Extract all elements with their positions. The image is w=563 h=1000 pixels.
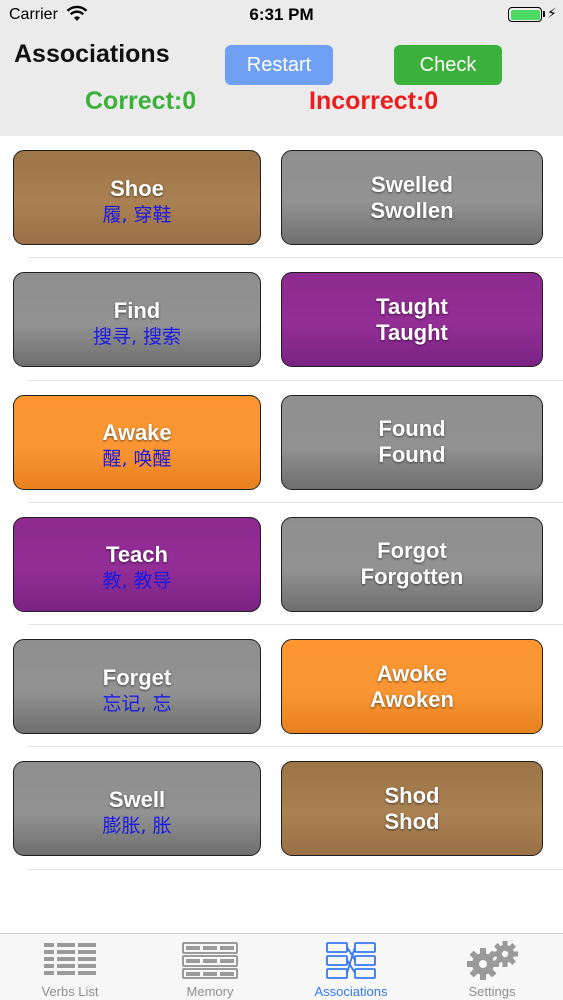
verb-word: Swell xyxy=(108,786,166,812)
forms-card-forgot[interactable]: Forgot Forgotten xyxy=(281,516,543,612)
verb-translation: 膨胀, 胀 xyxy=(102,814,172,837)
correct-score: Correct:0 xyxy=(85,87,197,115)
battery-tip xyxy=(543,11,545,17)
verb-word: Shoe xyxy=(110,175,164,201)
verb-card-forget[interactable]: Forget 忘记, 忘 xyxy=(13,639,261,735)
verb-translation: 教, 教导 xyxy=(102,570,172,593)
charging-icon: ⚡ xyxy=(547,5,557,21)
check-button[interactable]: Check xyxy=(394,45,502,85)
tab-verbs-list[interactable]: Verbs List xyxy=(0,934,140,1000)
association-row: Forget 忘记, 忘 Awoke Awoken xyxy=(0,625,563,748)
past-form: Shod xyxy=(384,782,440,808)
tab-associations[interactable]: Associations xyxy=(281,934,421,1000)
verb-word: Find xyxy=(113,297,161,323)
past-form: Swelled xyxy=(371,171,453,197)
verb-translation: 忘记, 忘 xyxy=(102,692,172,715)
participle-form: Swollen xyxy=(370,197,454,223)
incorrect-score: Incorrect:0 xyxy=(309,87,439,115)
verb-card-teach[interactable]: Teach 教, 教导 xyxy=(13,516,261,612)
memory-icon xyxy=(182,942,238,979)
tab-label: Settings xyxy=(468,984,516,999)
participle-form: Taught xyxy=(376,319,448,345)
verb-word: Forget xyxy=(102,664,172,690)
verb-card-awake[interactable]: Awake 醒, 唤醒 xyxy=(13,394,261,490)
past-form: Forgot xyxy=(377,538,447,564)
tab-memory[interactable]: Memory xyxy=(140,934,280,1000)
association-grid: Shoe 履, 穿鞋 Swelled Swollen Find 搜寻, 搜索 T… xyxy=(0,136,563,870)
header: Associations Restart Check Correct:0 Inc… xyxy=(0,30,563,136)
association-row: Teach 教, 教导 Forgot Forgotten xyxy=(0,503,563,626)
restart-button[interactable]: Restart xyxy=(225,45,333,85)
tab-settings[interactable]: Settings xyxy=(422,934,562,1000)
verb-translation: 搜寻, 搜索 xyxy=(92,325,182,348)
association-row: Find 搜寻, 搜索 Taught Taught xyxy=(0,258,563,381)
verb-translation: 履, 穿鞋 xyxy=(102,203,172,226)
battery-icon xyxy=(508,7,542,22)
participle-form: Forgotten xyxy=(360,564,464,590)
forms-card-found[interactable]: Found Found xyxy=(281,394,543,490)
past-form: Taught xyxy=(376,293,448,319)
list-icon xyxy=(44,943,96,975)
past-form: Awoke xyxy=(376,660,448,686)
forms-card-taught[interactable]: Taught Taught xyxy=(281,272,543,368)
associations-icon xyxy=(326,942,376,979)
tab-label: Associations xyxy=(314,984,388,999)
association-row: Shoe 履, 穿鞋 Swelled Swollen xyxy=(0,136,563,259)
participle-form: Shod xyxy=(384,808,440,834)
participle-form: Found xyxy=(378,442,446,468)
verb-card-swell[interactable]: Swell 膨胀, 胀 xyxy=(13,761,261,857)
tab-label: Memory xyxy=(186,984,234,999)
tab-bar: Verbs List Memory Associations Settings xyxy=(0,933,563,1000)
verb-word: Teach xyxy=(106,542,168,568)
page-title: Associations xyxy=(14,40,170,68)
verb-card-find[interactable]: Find 搜寻, 搜索 xyxy=(13,272,261,368)
verb-card-shoe[interactable]: Shoe 履, 穿鞋 xyxy=(13,150,261,245)
verb-translation: 醒, 唤醒 xyxy=(102,448,172,471)
association-row: Awake 醒, 唤醒 Found Found xyxy=(0,381,563,503)
row-separator xyxy=(28,868,563,870)
status-bar: Carrier 6:31 PM ⚡ xyxy=(0,0,563,30)
forms-card-swelled[interactable]: Swelled Swollen xyxy=(281,150,543,245)
clock: 6:31 PM xyxy=(249,5,314,24)
verb-word: Awake xyxy=(102,420,172,446)
participle-form: Awoken xyxy=(370,686,454,712)
forms-card-awoke[interactable]: Awoke Awoken xyxy=(281,639,543,735)
association-row: Swell 膨胀, 胀 Shod Shod xyxy=(0,747,563,870)
tab-label: Verbs List xyxy=(41,984,99,999)
gears-icon xyxy=(467,941,518,980)
past-form: Found xyxy=(378,416,446,442)
forms-card-shod[interactable]: Shod Shod xyxy=(281,761,543,857)
